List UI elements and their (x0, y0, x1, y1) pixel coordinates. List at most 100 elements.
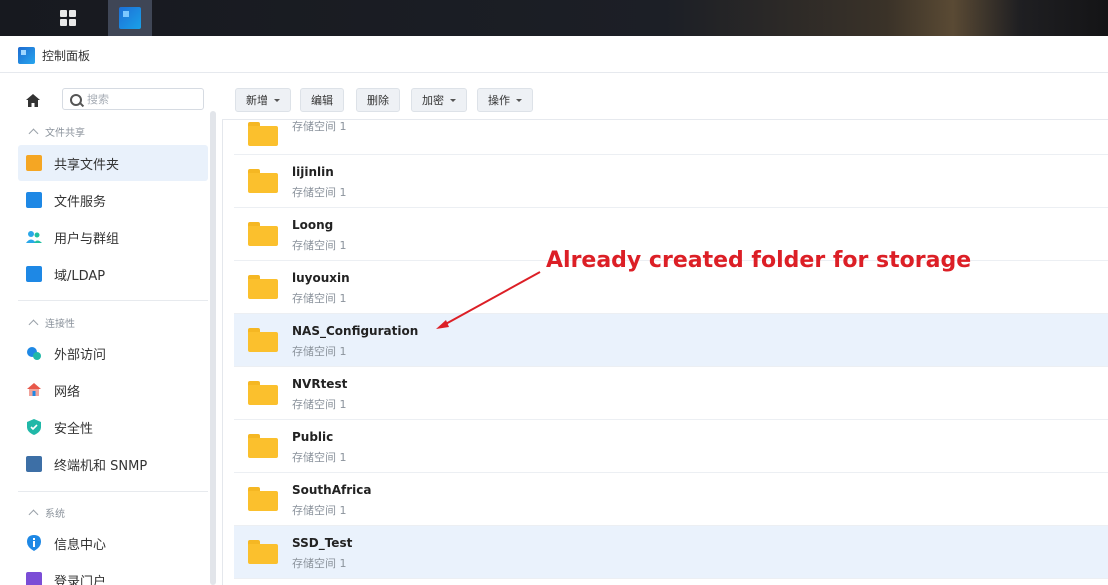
folder-name: SSD_Test (292, 536, 353, 550)
sidebar-item-label: 用户与群组 (54, 231, 120, 247)
sidebar-item-label: 文件服务 (54, 194, 107, 210)
search-box[interactable] (62, 88, 204, 110)
window-title: 控制面板 (42, 49, 91, 63)
login-portal-icon (26, 572, 42, 585)
sidebar: 文件共享 共享文件夹 文件服务 用户与群组 域/LDAP 连接性 外部访问 网络 (0, 73, 223, 585)
folder-volume: 存储空间 1 (292, 345, 347, 358)
file-services-icon (26, 192, 42, 208)
folder-icon (248, 487, 278, 511)
section-connectivity[interactable]: 连接性 (28, 315, 75, 330)
shared-folder-icon (26, 155, 42, 171)
external-access-icon (26, 345, 42, 361)
table-row[interactable]: SSD_Test 存储空间 1 (234, 526, 1108, 579)
sidebar-item-label: 外部访问 (54, 347, 107, 363)
network-icon (26, 382, 42, 398)
main-menu-button[interactable] (46, 0, 90, 36)
sidebar-item-login-portal[interactable]: 登录门户 (18, 562, 208, 585)
folder-icon (248, 222, 278, 246)
home-icon (26, 93, 40, 107)
folder-icon (248, 540, 278, 564)
divider (18, 300, 208, 301)
sidebar-scrollbar[interactable] (210, 111, 216, 585)
sidebar-item-label: 终端机和 SNMP (54, 458, 148, 474)
sidebar-item-terminal-snmp[interactable]: 终端机和 SNMP (18, 446, 208, 482)
encrypt-button-label: 加密 (422, 94, 444, 107)
table-row[interactable]: Public 存储空间 1 (234, 420, 1108, 473)
chevron-up-icon (28, 509, 39, 520)
control-panel-icon (18, 47, 35, 64)
table-row[interactable]: NVRtest 存储空间 1 (234, 367, 1108, 420)
folder-name: Loong (292, 218, 334, 232)
sidebar-item-external-access[interactable]: 外部访问 (18, 335, 208, 371)
chevron-down-icon (516, 98, 522, 102)
edit-button[interactable]: 编辑 (300, 88, 344, 112)
encrypt-button[interactable]: 加密 (411, 88, 467, 112)
folder-icon (248, 381, 278, 405)
sidebar-item-label: 域/LDAP (54, 268, 106, 284)
search-input[interactable] (87, 91, 197, 107)
section-label: 系统 (45, 509, 65, 520)
folder-volume: 存储空间 1 (292, 239, 347, 252)
chevron-up-icon (28, 128, 39, 139)
chevron-down-icon (450, 98, 456, 102)
create-button-label: 新增 (246, 94, 268, 107)
folder-volume: 存储空间 1 (292, 398, 347, 411)
folder-volume: 存储空间 1 (292, 504, 347, 517)
sidebar-item-users-groups[interactable]: 用户与群组 (18, 219, 208, 255)
folder-name: SouthAfrica (292, 483, 372, 497)
control-panel-icon (119, 7, 141, 29)
sidebar-item-shared-folder[interactable]: 共享文件夹 (18, 145, 208, 181)
delete-button-label: 删除 (367, 94, 389, 107)
sidebar-item-domain-ldap[interactable]: 域/LDAP (18, 256, 208, 292)
sidebar-item-file-services[interactable]: 文件服务 (18, 182, 208, 218)
section-file-sharing[interactable]: 文件共享 (28, 124, 85, 139)
folder-icon (248, 328, 278, 352)
annotation-text: Already created folder for storage (546, 248, 972, 273)
sidebar-item-security[interactable]: 安全性 (18, 409, 208, 445)
terminal-icon (26, 456, 42, 472)
sidebar-item-label: 安全性 (54, 421, 94, 437)
window-titlebar: 控制面板 (0, 36, 1108, 73)
folder-icon (248, 275, 278, 299)
table-row[interactable]: jw 存储空间 1 (234, 120, 1108, 155)
chevron-up-icon (28, 319, 39, 330)
table-row-selected[interactable]: NAS_Configuration 存储空间 1 (234, 314, 1108, 367)
info-center-icon (26, 535, 42, 551)
search-icon (70, 94, 82, 106)
folder-volume: 存储空间 1 (292, 120, 347, 133)
create-button[interactable]: 新增 (235, 88, 291, 112)
sidebar-item-label: 共享文件夹 (54, 157, 120, 173)
table-row[interactable]: lijinlin 存储空间 1 (234, 155, 1108, 208)
sidebar-item-info-center[interactable]: 信息中心 (18, 525, 208, 561)
table-row[interactable]: SouthAfrica 存储空间 1 (234, 473, 1108, 526)
sidebar-item-network[interactable]: 网络 (18, 372, 208, 408)
section-system[interactable]: 系统 (28, 505, 65, 520)
folder-volume: 存储空间 1 (292, 451, 347, 464)
action-button-label: 操作 (488, 94, 510, 107)
folder-icon (248, 169, 278, 193)
users-groups-icon (26, 229, 42, 245)
folder-name: lijinlin (292, 165, 334, 179)
toolbar: 新增 编辑 删除 加密 操作 (222, 73, 1108, 120)
folder-icon (248, 122, 278, 146)
folder-name: NAS_Configuration (292, 324, 419, 338)
folder-icon (248, 434, 278, 458)
home-button[interactable] (22, 89, 44, 111)
section-label: 连接性 (45, 319, 75, 330)
folder-name: luyouxin (292, 271, 350, 285)
divider (18, 491, 208, 492)
taskbar-control-panel-button[interactable] (108, 0, 152, 36)
action-button[interactable]: 操作 (477, 88, 533, 112)
domain-ldap-icon (26, 266, 42, 282)
shared-folder-list: jw 存储空间 1 lijinlin 存储空间 1 Loong 存储空间 1 l… (234, 120, 1108, 585)
folder-volume: 存储空间 1 (292, 292, 347, 305)
grid-icon (60, 10, 76, 26)
sidebar-item-label: 网络 (54, 384, 81, 400)
edit-button-label: 编辑 (311, 94, 333, 107)
folder-volume: 存储空间 1 (292, 186, 347, 199)
chevron-down-icon (274, 98, 280, 102)
folder-name: Public (292, 430, 334, 444)
delete-button[interactable]: 删除 (356, 88, 400, 112)
folder-volume: 存储空间 1 (292, 557, 347, 570)
sidebar-item-label: 登录门户 (54, 574, 107, 585)
